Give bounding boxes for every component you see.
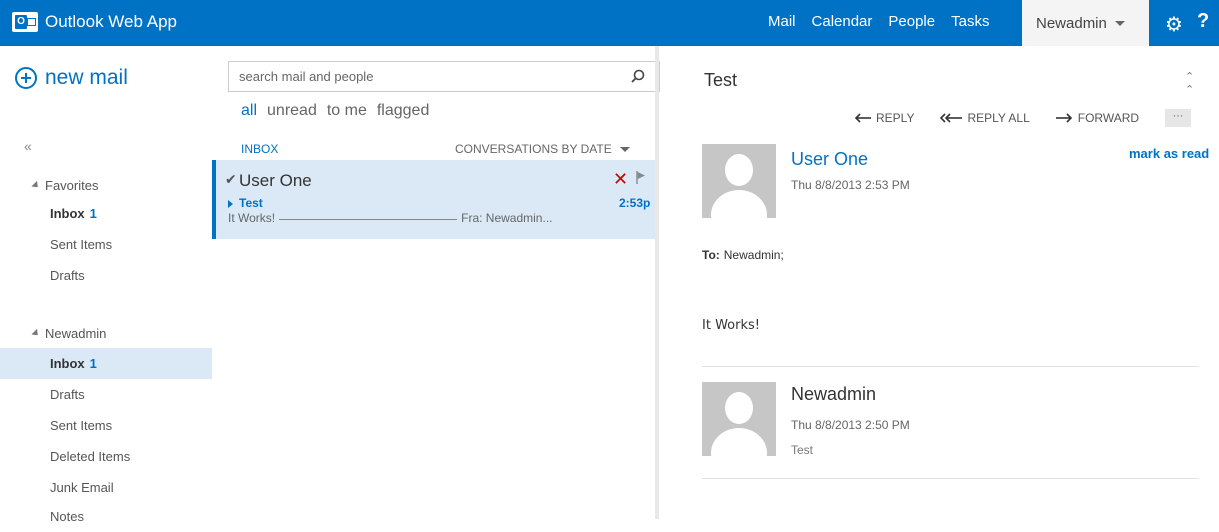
- list-item[interactable]: ✔ User One ✕ Test 2:53p It Works! Fra: Ne…: [212, 160, 655, 239]
- new-mail-button[interactable]: new mail: [15, 66, 128, 90]
- filter-flagged[interactable]: flagged: [377, 102, 430, 120]
- reply-label: REPLY: [876, 111, 915, 125]
- filter-unread[interactable]: unread: [267, 102, 317, 120]
- folder-name: Inbox: [50, 356, 85, 371]
- forward-button[interactable]: FORWARD: [1055, 111, 1140, 125]
- expand-triangle-icon: [31, 180, 41, 191]
- recipient[interactable]: Newadmin;: [724, 248, 784, 262]
- reply-button[interactable]: REPLY: [854, 111, 914, 125]
- action-bar: REPLY REPLY ALL FORWARD ···: [854, 109, 1192, 127]
- search-placeholder: search mail and people: [239, 69, 374, 84]
- folder-name: Sent Items: [50, 418, 113, 433]
- message-sender: User One: [239, 171, 312, 190]
- sender-name[interactable]: User One: [791, 149, 868, 170]
- filter-bar: all unread to me flagged: [241, 102, 429, 120]
- folder-name: Drafts: [50, 268, 85, 283]
- arrow-left-icon: [854, 113, 871, 123]
- folder-drafts[interactable]: Drafts: [0, 379, 212, 410]
- new-mail-label: new mail: [45, 66, 128, 89]
- reply-all-label: REPLY ALL: [967, 111, 1030, 125]
- arrow-right-icon: [1055, 113, 1072, 123]
- expand-conversation-icon[interactable]: [228, 200, 233, 208]
- collapse-pane-icon[interactable]: «: [24, 138, 32, 154]
- app-brand[interactable]: O Outlook Web App: [12, 12, 177, 32]
- reply-all-button[interactable]: REPLY ALL: [940, 111, 1030, 125]
- folder-name: Deleted Items: [50, 449, 131, 464]
- preview-start: It Works!: [228, 211, 276, 225]
- user-menu[interactable]: Newadmin: [1022, 0, 1149, 46]
- gear-icon[interactable]: ⚙: [1165, 12, 1183, 37]
- folder-name: Drafts: [50, 387, 85, 402]
- search-icon[interactable]: [631, 69, 645, 83]
- conversation-title: Test: [704, 70, 738, 90]
- account-label: Newadmin: [45, 326, 107, 341]
- sender-name[interactable]: Newadmin: [791, 384, 876, 405]
- search-input[interactable]: search mail and people: [228, 61, 660, 92]
- double-chevron-up-icon[interactable]: ⌃ ⌃: [1185, 70, 1194, 96]
- folder-pane: new mail « Favorites Inbox 1 Sent Items D…: [0, 46, 212, 524]
- flag-icon[interactable]: [636, 171, 646, 184]
- account-header[interactable]: Newadmin: [31, 326, 107, 341]
- unread-count: 1: [89, 206, 97, 221]
- favorites-label: Favorites: [45, 178, 99, 193]
- message-body: It Works!: [702, 318, 760, 333]
- chevron-down-icon: [1114, 20, 1125, 26]
- folder-name: Junk Email: [50, 480, 114, 495]
- delete-icon[interactable]: ✕: [613, 169, 628, 190]
- list-header: INBOX CONVERSATIONS BY DATE: [241, 142, 631, 156]
- forward-label: FORWARD: [1077, 111, 1140, 125]
- divider: [702, 478, 1199, 479]
- favorite-inbox[interactable]: Inbox 1: [0, 198, 212, 229]
- expand-triangle-icon: [31, 328, 41, 339]
- folder-notes[interactable]: Notes: [0, 501, 212, 532]
- message-subject: Test: [239, 196, 263, 210]
- more-actions-button[interactable]: ···: [1165, 109, 1192, 127]
- message-date: Thu 8/8/2013 2:50 PM: [791, 418, 910, 432]
- preview-divider: [279, 219, 458, 220]
- folder-name: Sent Items: [50, 237, 113, 252]
- filter-to-me[interactable]: to me: [327, 102, 367, 120]
- plus-circle-icon: [15, 67, 37, 89]
- outlook-logo-icon: O: [12, 12, 38, 32]
- message-list-pane: search mail and people all unread to me …: [212, 46, 660, 519]
- sort-dropdown[interactable]: CONVERSATIONS BY DATE: [455, 142, 630, 156]
- message-preview: Test: [791, 443, 814, 457]
- favorites-header[interactable]: Favorites: [31, 178, 99, 193]
- sort-label: CONVERSATIONS BY DATE: [455, 142, 612, 156]
- unread-count: 1: [89, 356, 97, 371]
- divider: [702, 366, 1199, 367]
- preview-end: Fra: Newadmin...: [461, 211, 553, 225]
- chevron-down-icon: [619, 146, 630, 152]
- help-icon[interactable]: ?: [1197, 10, 1209, 33]
- top-nav: Mail Calendar People Tasks: [768, 13, 989, 30]
- nav-mail[interactable]: Mail: [768, 13, 796, 30]
- nav-people[interactable]: People: [888, 13, 935, 30]
- folder-junk-email[interactable]: Junk Email: [0, 472, 212, 503]
- nav-calendar[interactable]: Calendar: [812, 13, 873, 30]
- to-label: To:: [702, 248, 720, 262]
- avatar: [702, 144, 776, 218]
- folder-deleted-items[interactable]: Deleted Items: [0, 441, 212, 472]
- message-time: 2:53p: [619, 196, 651, 210]
- checkmark-icon[interactable]: ✔: [225, 171, 237, 188]
- top-bar: O Outlook Web App Mail Calendar People T…: [0, 0, 1219, 46]
- nav-tasks[interactable]: Tasks: [951, 13, 989, 30]
- mark-as-read-link[interactable]: mark as read: [1129, 146, 1209, 161]
- favorite-drafts[interactable]: Drafts: [0, 260, 212, 291]
- message-date: Thu 8/8/2013 2:53 PM: [791, 178, 910, 192]
- list-folder-name: INBOX: [241, 142, 279, 156]
- folder-inbox[interactable]: Inbox 1: [0, 348, 212, 379]
- folder-name: Inbox: [50, 206, 85, 221]
- message-preview: It Works! Fra: Newadmin...: [228, 211, 552, 225]
- recipients-line: To: Newadmin;: [702, 248, 784, 262]
- app-name: Outlook Web App: [45, 12, 177, 31]
- reading-pane: Test ⌃ ⌃ REPLY REPLY ALL FORWARD ··· User…: [659, 46, 1219, 519]
- favorite-sent-items[interactable]: Sent Items: [0, 229, 212, 260]
- avatar: [702, 382, 776, 456]
- filter-all[interactable]: all: [241, 102, 257, 120]
- folder-name: Notes: [50, 509, 84, 524]
- user-name: Newadmin: [1036, 14, 1107, 32]
- folder-sent-items[interactable]: Sent Items: [0, 410, 212, 441]
- double-arrow-left-icon: [940, 113, 963, 123]
